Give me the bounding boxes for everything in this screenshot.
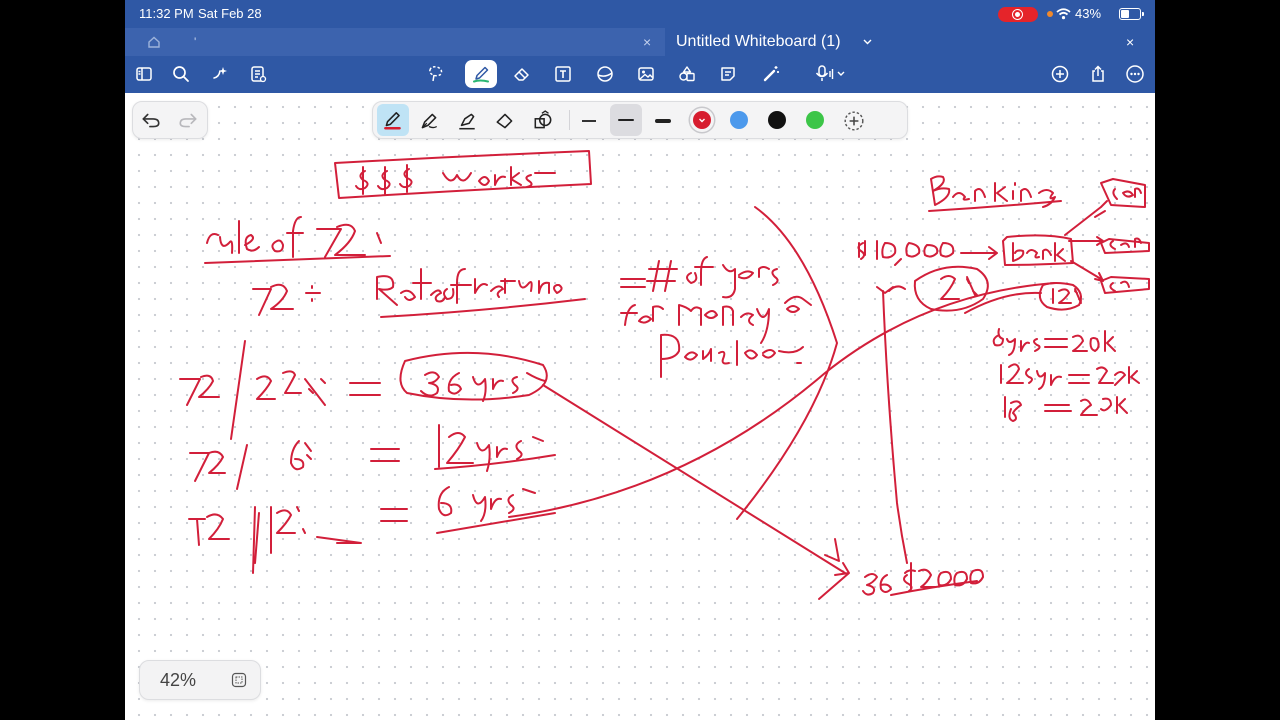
- image-icon[interactable]: [633, 61, 659, 87]
- battery-icon: [1119, 8, 1144, 20]
- color-red-swatch[interactable]: [693, 111, 711, 129]
- color-blue-swatch[interactable]: [730, 111, 748, 129]
- close-icon[interactable]: ×: [643, 28, 651, 56]
- stroke-thin[interactable]: [574, 106, 604, 136]
- status-date: Sat Feb 28: [198, 6, 262, 21]
- mic-in-use-dot: [1047, 11, 1053, 17]
- redo-icon[interactable]: [173, 105, 203, 135]
- ipad-screen: 11:32 PM Sat Feb 28 43% ' × Untitled Whi…: [125, 0, 1155, 720]
- zoom-level[interactable]: 42%: [160, 670, 196, 691]
- textbox-icon[interactable]: [550, 61, 576, 87]
- pen-icon[interactable]: [377, 104, 409, 136]
- whiteboard-canvas[interactable]: 42%: [125, 93, 1155, 720]
- wifi-icon: [1056, 8, 1071, 20]
- tasks-icon[interactable]: [245, 61, 271, 87]
- toolbar-divider: [569, 110, 570, 130]
- battery-percent: 43%: [1075, 6, 1102, 21]
- chevron-down-icon[interactable]: [863, 39, 872, 45]
- close-icon[interactable]: ×: [1126, 28, 1134, 56]
- microphone-icon[interactable]: [810, 61, 850, 87]
- fit-page-icon[interactable]: [231, 672, 247, 688]
- status-bar: 11:32 PM Sat Feb 28 43%: [125, 0, 1155, 28]
- stroke-medium[interactable]: [610, 104, 642, 136]
- magic-wand-icon[interactable]: [758, 61, 784, 87]
- stickers-icon[interactable]: [674, 61, 700, 87]
- note-icon[interactable]: [715, 61, 741, 87]
- tab-bar: ' × Untitled Whiteboard (1) ×: [125, 28, 1155, 56]
- tab-untitled-whiteboard[interactable]: Untitled Whiteboard (1) ×: [665, 28, 1149, 56]
- eraser-icon[interactable]: [490, 106, 520, 136]
- stroke-thick[interactable]: [648, 106, 678, 136]
- zoom-control[interactable]: 42%: [139, 660, 261, 700]
- eraser-icon[interactable]: [509, 61, 535, 87]
- undo-icon[interactable]: [136, 105, 166, 135]
- undo-redo-group: [132, 101, 208, 139]
- shapes-icon[interactable]: [592, 61, 618, 87]
- add-icon[interactable]: [1047, 61, 1073, 87]
- tab-home[interactable]: ' ×: [125, 28, 665, 56]
- highlighter-icon[interactable]: [452, 106, 482, 136]
- pen-tool-icon[interactable]: [465, 60, 497, 88]
- sidebar-icon[interactable]: [131, 61, 157, 87]
- home-icon: [148, 36, 160, 48]
- lasso-icon[interactable]: [423, 61, 449, 87]
- shape-recognition-icon[interactable]: [528, 106, 558, 136]
- chevron-down-icon: [699, 118, 705, 123]
- color-green-swatch[interactable]: [806, 111, 824, 129]
- sparkle-icon[interactable]: [207, 61, 233, 87]
- search-icon[interactable]: [168, 61, 194, 87]
- status-time: 11:32 PM: [139, 6, 194, 21]
- color-black-swatch[interactable]: [768, 111, 786, 129]
- pen-tools-bar: [372, 101, 908, 139]
- main-toolbar: [125, 56, 1155, 93]
- share-icon[interactable]: [1085, 61, 1111, 87]
- fountain-pen-icon[interactable]: [414, 106, 444, 136]
- more-icon[interactable]: [1122, 61, 1148, 87]
- add-color-icon[interactable]: [839, 106, 869, 136]
- home-tab-text: ': [194, 35, 197, 49]
- document-title[interactable]: Untitled Whiteboard (1): [676, 28, 841, 56]
- screen-recording-indicator[interactable]: [998, 7, 1038, 22]
- handwritten-ink: [179, 150, 1150, 600]
